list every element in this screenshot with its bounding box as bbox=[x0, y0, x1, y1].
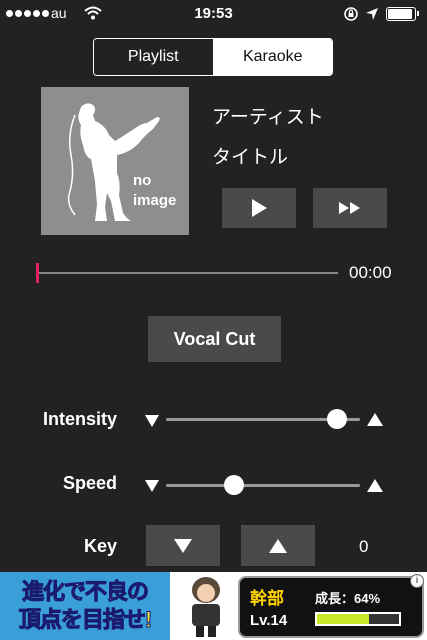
ad-growth-bar bbox=[315, 612, 401, 626]
ad-headline-panel: 進化で不良の 頂点を目指せ! bbox=[0, 572, 170, 640]
arrow-up-icon bbox=[269, 538, 287, 553]
ad-status-panel: 幹部 Lv.14 成長：64% bbox=[238, 576, 424, 638]
tab-karaoke[interactable]: Karaoke bbox=[213, 39, 332, 75]
progress-track[interactable] bbox=[36, 272, 338, 274]
elapsed-time: 00:00 bbox=[349, 263, 392, 282]
ad-rank: 幹部 bbox=[250, 589, 284, 608]
album-artwork: no image bbox=[41, 87, 189, 235]
ad-character-illustration bbox=[192, 577, 220, 637]
artist-name: アーティスト bbox=[212, 107, 324, 128]
arrow-down-icon bbox=[174, 538, 192, 553]
speed-slider[interactable] bbox=[166, 473, 360, 497]
ad-headline-line2: 頂点を目指せ! bbox=[18, 607, 152, 633]
intensity-label: Intensity bbox=[42, 409, 117, 429]
play-icon bbox=[252, 199, 267, 217]
ad-level: Lv.14 bbox=[250, 612, 288, 629]
play-button[interactable] bbox=[222, 188, 296, 228]
track-title: タイトル bbox=[212, 147, 289, 168]
speed-slider-thumb[interactable] bbox=[223, 475, 244, 495]
tab-playlist[interactable]: Playlist bbox=[94, 39, 214, 75]
intensity-slider[interactable] bbox=[166, 407, 360, 431]
no-image-line2: image bbox=[133, 192, 176, 209]
key-value: 0 bbox=[359, 537, 369, 556]
key-label: Key bbox=[83, 536, 117, 556]
location-arrow-icon bbox=[366, 8, 378, 20]
ad-growth-bar-fill bbox=[317, 614, 370, 624]
no-image-line1: no bbox=[133, 172, 151, 189]
speed-increase-icon[interactable] bbox=[367, 479, 383, 492]
ad-info-icon[interactable]: i bbox=[410, 574, 424, 588]
mode-segmented-control: Playlist Karaoke bbox=[93, 38, 333, 76]
rotation-lock-icon bbox=[344, 7, 358, 21]
intensity-decrease-icon[interactable] bbox=[145, 415, 159, 427]
battery-icon bbox=[386, 7, 419, 21]
vocal-cut-button[interactable]: Vocal Cut bbox=[148, 316, 281, 362]
progress-playhead[interactable] bbox=[36, 263, 39, 283]
fast-forward-icon bbox=[339, 202, 360, 214]
key-down-button[interactable] bbox=[146, 525, 220, 566]
fast-forward-button[interactable] bbox=[313, 188, 387, 228]
ad-headline-line1: 進化で不良の bbox=[21, 579, 149, 605]
status-time: 19:53 bbox=[194, 5, 233, 22]
intensity-increase-icon[interactable] bbox=[367, 413, 383, 426]
status-bar: au 19:53 bbox=[0, 0, 427, 28]
ad-growth-label: 成長：64% bbox=[315, 591, 381, 606]
singer-silhouette-icon: no image bbox=[67, 103, 176, 221]
speed-decrease-icon[interactable] bbox=[145, 480, 159, 492]
speed-label: Speed bbox=[62, 473, 117, 493]
speed-slider-track bbox=[166, 484, 360, 487]
ad-banner[interactable]: 進化で不良の 頂点を目指せ! 幹部 Lv.14 成長：64% i bbox=[0, 572, 427, 640]
key-up-button[interactable] bbox=[241, 525, 315, 566]
intensity-slider-thumb[interactable] bbox=[326, 409, 347, 429]
